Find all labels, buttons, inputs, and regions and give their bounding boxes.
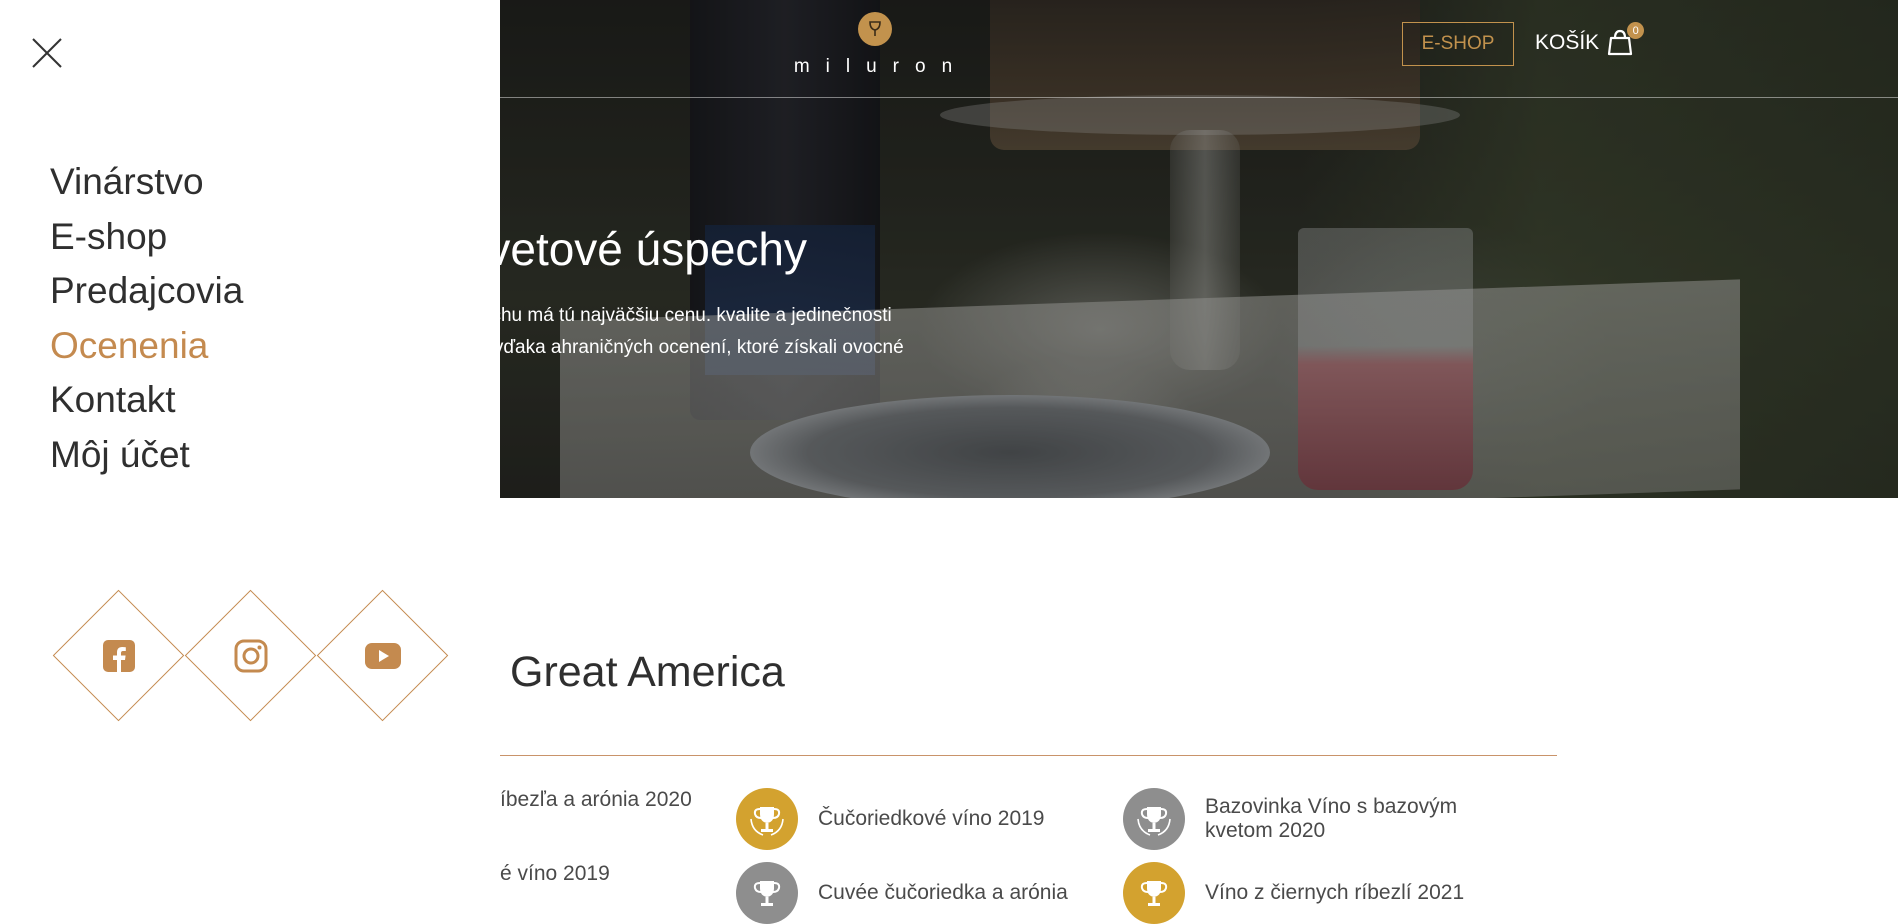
award-label: íbezľa a arónia 2020 [500, 788, 692, 811]
youtube-icon [365, 643, 401, 669]
instagram-icon [234, 639, 268, 673]
award-label: Bazovinka Víno s bazovým kvetom 2020 [1205, 795, 1458, 842]
award-item: Čučoriedkové víno 2019 [736, 788, 1044, 850]
site-logo[interactable]: miluron [770, 12, 980, 78]
gold-medal-icon [736, 788, 798, 850]
youtube-link[interactable] [316, 589, 449, 722]
nav-item-moj-ucet[interactable]: Môj účet [50, 428, 243, 483]
section-divider [400, 755, 1557, 756]
facebook-icon [103, 640, 135, 672]
silver-medal-icon [1123, 788, 1185, 850]
award-label: Čučoriedkové víno 2019 [818, 807, 1045, 830]
award-label: é víno 2019 [500, 862, 610, 885]
award-label: Víno z čiernych ríbezlí 2021 [1205, 881, 1465, 904]
gold-medal-icon [1123, 862, 1185, 924]
instagram-link[interactable] [184, 589, 317, 722]
logo-text: miluron [793, 56, 969, 77]
social-links [52, 589, 449, 722]
award-item: Cuvée čučoriedka a arónia [736, 862, 1068, 924]
wine-glass-icon [858, 12, 892, 46]
award-label: Cuvée čučoriedka a arónia [818, 881, 1068, 904]
award-item: Víno z čiernych ríbezlí 2021 [1123, 862, 1464, 924]
nav-item-eshop[interactable]: E-shop [50, 210, 243, 265]
shopping-bag-icon: 0 [1607, 22, 1645, 58]
eshop-button[interactable]: E-SHOP [1402, 22, 1514, 66]
main-nav: Vinárstvo E-shop Predajcovia Ocenenia Ko… [50, 155, 243, 482]
nav-item-vinarstvo[interactable]: Vinárstvo [50, 155, 243, 210]
award-item: íbezľa a arónia 2020 [500, 788, 692, 812]
cart-link[interactable]: KOŠÍK 0 [1535, 22, 1645, 58]
silver-medal-icon [736, 862, 798, 924]
facebook-link[interactable] [52, 589, 185, 722]
side-menu: Vinárstvo E-shop Predajcovia Ocenenia Ko… [0, 0, 500, 902]
section-title: Great America [510, 648, 785, 696]
nav-item-ocenenia[interactable]: Ocenenia [50, 319, 243, 374]
award-item: é víno 2019 [500, 862, 610, 886]
close-icon[interactable] [30, 36, 64, 70]
nav-item-predajcovia[interactable]: Predajcovia [50, 264, 243, 319]
header-divider [500, 97, 1898, 98]
cart-label: KOŠÍK [1535, 31, 1600, 54]
nav-item-kontakt[interactable]: Kontakt [50, 373, 243, 428]
award-item: Bazovinka Víno s bazovým kvetom 2020 [1123, 788, 1503, 850]
